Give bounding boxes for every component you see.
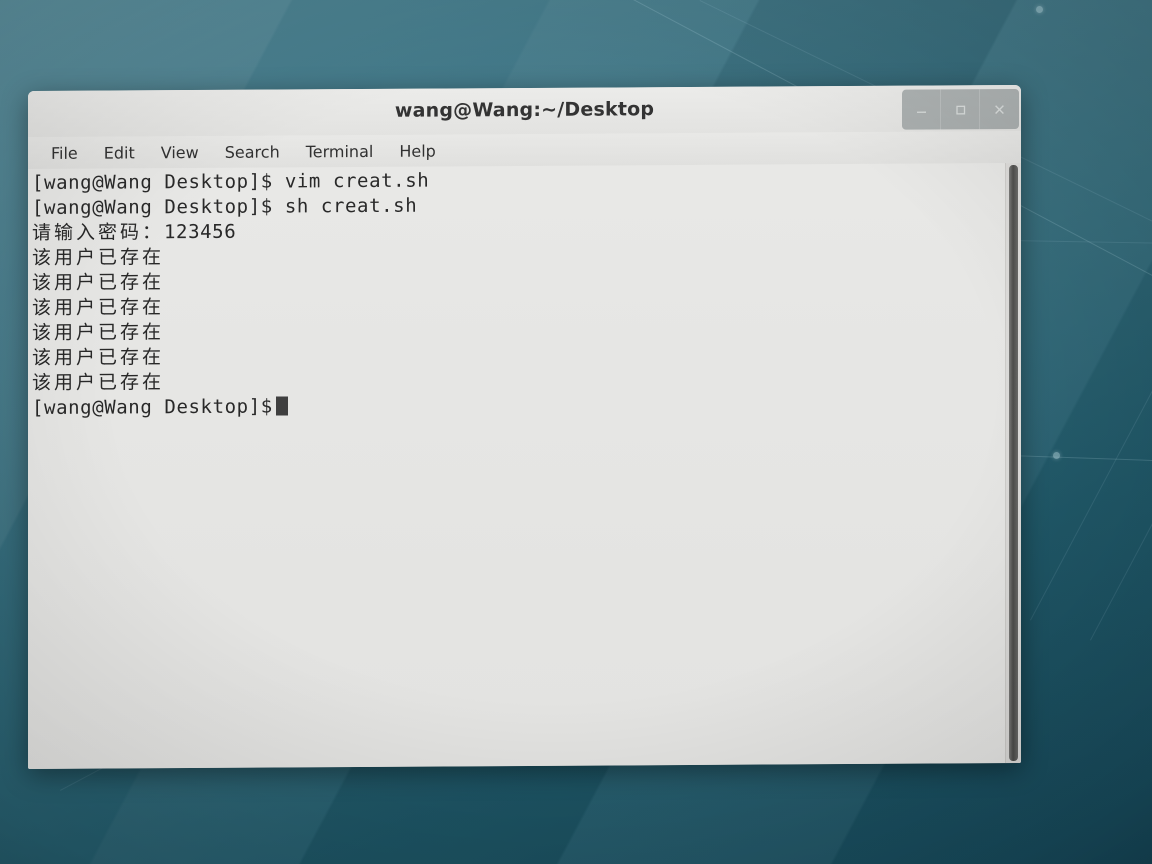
terminal-output-text: 该用户已存在 bbox=[32, 246, 165, 270]
desktop: wang@Wang:~/Desktop File Edit View Searc… bbox=[0, 0, 1152, 864]
terminal-output-text: 该用户已存在 bbox=[32, 271, 165, 295]
menu-item-help[interactable]: Help bbox=[386, 139, 448, 162]
terminal-scrollbar[interactable] bbox=[1005, 162, 1021, 764]
minimize-icon bbox=[916, 111, 926, 113]
menu-item-file[interactable]: File bbox=[38, 141, 91, 164]
page-title: wang@Wang:~/Desktop bbox=[394, 98, 655, 122]
terminal-output-text: 该用户已存在 bbox=[32, 346, 165, 370]
wallpaper-hairline bbox=[1090, 357, 1152, 641]
wallpaper-hairline bbox=[1009, 455, 1152, 466]
terminal-cursor bbox=[275, 396, 288, 416]
scrollbar-thumb[interactable] bbox=[1009, 164, 1018, 762]
maximize-button[interactable] bbox=[941, 89, 980, 130]
wallpaper-dot bbox=[1036, 6, 1043, 13]
menu-item-terminal[interactable]: Terminal bbox=[293, 139, 387, 163]
menu-item-view[interactable]: View bbox=[148, 140, 212, 163]
terminal-output-text: 该用户已存在 bbox=[32, 321, 165, 345]
terminal-output-text: 请输入密码： bbox=[32, 221, 165, 245]
menu-item-search[interactable]: Search bbox=[212, 140, 293, 163]
terminal-output-value: 123456 bbox=[164, 220, 237, 244]
terminal-body[interactable]: [wang@Wang Desktop]$ vim creat.sh [wang@W… bbox=[28, 162, 1021, 770]
terminal-command: vim creat.sh bbox=[272, 169, 430, 193]
close-icon bbox=[995, 104, 1004, 114]
terminal-command: sh creat.sh bbox=[272, 194, 418, 218]
terminal-output-text: 该用户已存在 bbox=[32, 371, 165, 395]
wallpaper-hairline bbox=[1009, 240, 1152, 246]
terminal-output[interactable]: [wang@Wang Desktop]$ vim creat.sh [wang@W… bbox=[28, 163, 1005, 769]
terminal-output-text: 该用户已存在 bbox=[32, 296, 165, 320]
terminal-line: [wang@Wang Desktop]$ bbox=[32, 390, 1005, 421]
terminal-prompt: [wang@Wang Desktop]$ bbox=[32, 170, 273, 195]
wallpaper-dot bbox=[1053, 452, 1060, 459]
terminal-prompt: [wang@Wang Desktop]$ bbox=[32, 395, 273, 420]
window-controls bbox=[902, 88, 1019, 130]
window-title-bar[interactable]: wang@Wang:~/Desktop bbox=[28, 84, 1021, 138]
menu-item-edit[interactable]: Edit bbox=[91, 141, 148, 164]
maximize-icon bbox=[955, 105, 965, 115]
terminal-window[interactable]: wang@Wang:~/Desktop File Edit View Searc… bbox=[28, 84, 1021, 770]
close-button[interactable] bbox=[980, 89, 1019, 129]
minimize-button[interactable] bbox=[902, 89, 941, 130]
terminal-prompt: [wang@Wang Desktop]$ bbox=[32, 195, 273, 220]
wallpaper-hairline bbox=[1030, 355, 1152, 621]
